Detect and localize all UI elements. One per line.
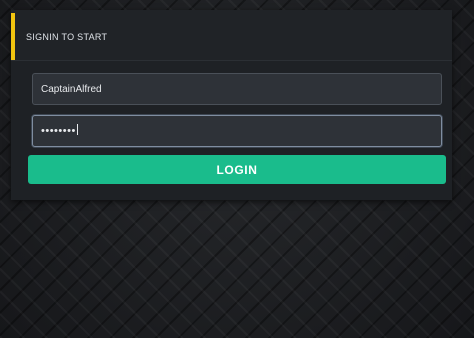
password-input[interactable]: ••••••••: [32, 115, 442, 147]
text-caret: [76, 124, 78, 135]
password-mask: ••••••••: [41, 125, 76, 137]
signin-panel: SIGNIN TO START •••••••• LOGIN: [11, 10, 452, 200]
panel-title: SIGNIN TO START: [26, 32, 108, 42]
login-button[interactable]: LOGIN: [28, 155, 446, 184]
username-input[interactable]: [32, 73, 442, 105]
header-accent-bar: [11, 13, 15, 60]
panel-header: SIGNIN TO START: [11, 10, 452, 61]
password-mask-wrapper: ••••••••: [41, 116, 78, 146]
